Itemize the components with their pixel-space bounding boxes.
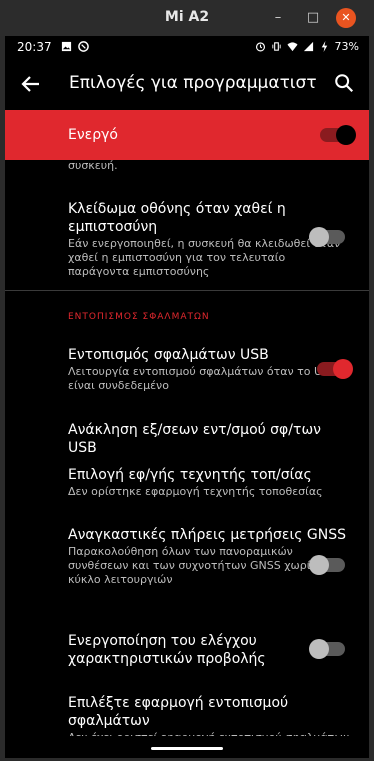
list-item-fragment: συσκευή. — [68, 159, 118, 172]
maximize-button[interactable]: □ — [303, 8, 323, 28]
list-item-usb-debugging[interactable]: Εντοπισμός σφαλμάτων USB Λειτουργία εντο… — [68, 346, 350, 393]
list-item-title: Αναγκαστικές πλήρεις μετρήσεις GNSS — [68, 527, 346, 543]
list-item-title: Επιλέξτε εφαρμογή εντοπισμού σφαλμάτων — [68, 695, 289, 729]
status-bar: 20:37 73% — [5, 36, 369, 60]
list-item-view-attribute[interactable]: Ενεργοποίηση του ελέγχου χαρακτηριστικών… — [68, 632, 350, 668]
close-button[interactable]: ✕ — [336, 8, 356, 28]
phone-screen: 20:37 73% Επιλογές για προγραμματιστ... … — [5, 36, 369, 758]
minimize-button[interactable]: – — [268, 8, 288, 28]
signal-icon — [303, 41, 313, 52]
list-item-title: Εντοπισμός σφαλμάτων USB — [68, 347, 269, 363]
sync-icon — [78, 41, 89, 52]
battery-percent: 73% — [334, 40, 359, 53]
app-bar: Επιλογές για προγραμματιστ... — [5, 60, 369, 110]
list-item-mock-location[interactable]: Επιλογή εφ/γής τεχνητής τοπ/σίας Δεν ορί… — [68, 466, 350, 499]
divider — [5, 290, 369, 291]
master-switch-label: Ενεργό — [68, 127, 118, 143]
window-titlebar: Mi A2 – □ ✕ — [0, 0, 374, 36]
list-item-title: Κλείδωμα οθόνης όταν χαθεί η εμπιστοσύνη — [68, 201, 286, 235]
list-item-title: Ανάκληση εξ/σεων εντ/σμού σφ/των USB — [68, 422, 321, 456]
list-item-subtitle: Δεν ορίστηκε εφαρμογή τεχνητής τοποθεσία… — [68, 485, 323, 498]
master-toggle[interactable] — [320, 125, 356, 145]
gnss-toggle[interactable] — [309, 555, 345, 575]
search-icon[interactable] — [333, 72, 355, 94]
charging-icon — [321, 41, 327, 52]
page-title: Επιλογές για προγραμματιστ... — [69, 73, 317, 93]
vibrate-icon — [271, 42, 281, 51]
view-attribute-toggle[interactable] — [309, 639, 345, 659]
alarm-icon — [255, 42, 265, 52]
navigation-bar — [5, 736, 369, 758]
list-item-revoke-usb[interactable]: Ανάκληση εξ/σεων εντ/σμού σφ/των USB — [68, 421, 350, 457]
list-item-trust-lock[interactable]: Κλείδωμα οθόνης όταν χαθεί η εμπιστοσύνη… — [68, 200, 350, 279]
list-item-title: Επιλογή εφ/γής τεχνητής τοπ/σίας — [68, 467, 312, 483]
list-item-subtitle: Λειτουργία εντοπισμού σφαλμάτων όταν το … — [68, 365, 337, 392]
status-time: 20:37 — [17, 40, 52, 54]
master-switch-bar[interactable]: Ενεργό — [5, 110, 369, 160]
list-item-gnss[interactable]: Αναγκαστικές πλήρεις μετρήσεις GNSS Παρα… — [68, 526, 350, 587]
back-arrow-icon[interactable] — [19, 72, 43, 96]
image-icon — [61, 41, 72, 52]
list-item-subtitle: Εάν ενεργοποιηθεί, η συσκευή θα κλειδωθε… — [68, 237, 341, 278]
trust-lock-toggle[interactable] — [309, 227, 345, 247]
section-header-debugging: ΕΝΤΟΠΙΣΜΟΣ ΣΦΑΛΜΑΤΩΝ — [68, 312, 210, 322]
home-gesture-handle[interactable] — [151, 747, 223, 750]
list-item-subtitle: Παρακολούθηση όλων των πανοραμικών συνθέ… — [68, 545, 317, 586]
wifi-icon — [287, 42, 298, 52]
usb-debugging-toggle[interactable] — [317, 359, 353, 379]
list-item-title: Ενεργοποίηση του ελέγχου χαρακτηριστικών… — [68, 633, 266, 667]
